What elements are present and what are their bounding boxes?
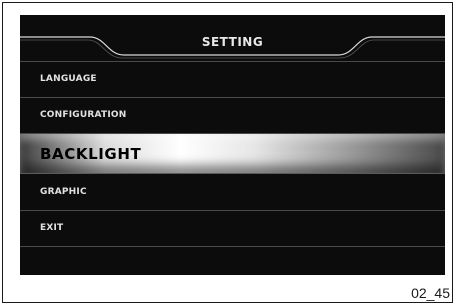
settings-menu: LANGUAGE CONFIGURATION BACKLIGHT GRAPHIC… [20, 61, 445, 247]
menu-item-exit[interactable]: EXIT [20, 211, 445, 247]
figure-reference-code: 02_45 [411, 285, 450, 301]
menu-item-label: GRAPHIC [40, 186, 87, 197]
menu-item-backlight[interactable]: BACKLIGHT [20, 134, 445, 174]
figure-frame: SETTING LANGUAGE CONFIGURATION BACKLIGHT… [2, 2, 453, 303]
menu-item-label: LANGUAGE [40, 74, 97, 85]
menu-item-label: CONFIGURATION [40, 110, 127, 121]
menu-item-label: EXIT [40, 223, 64, 234]
dashboard-display: SETTING LANGUAGE CONFIGURATION BACKLIGHT… [20, 15, 445, 275]
menu-item-configuration[interactable]: CONFIGURATION [20, 98, 445, 134]
menu-item-label: BACKLIGHT [40, 144, 142, 163]
menu-item-graphic[interactable]: GRAPHIC [20, 174, 445, 211]
page-title: SETTING [201, 35, 264, 49]
menu-item-language[interactable]: LANGUAGE [20, 61, 445, 98]
